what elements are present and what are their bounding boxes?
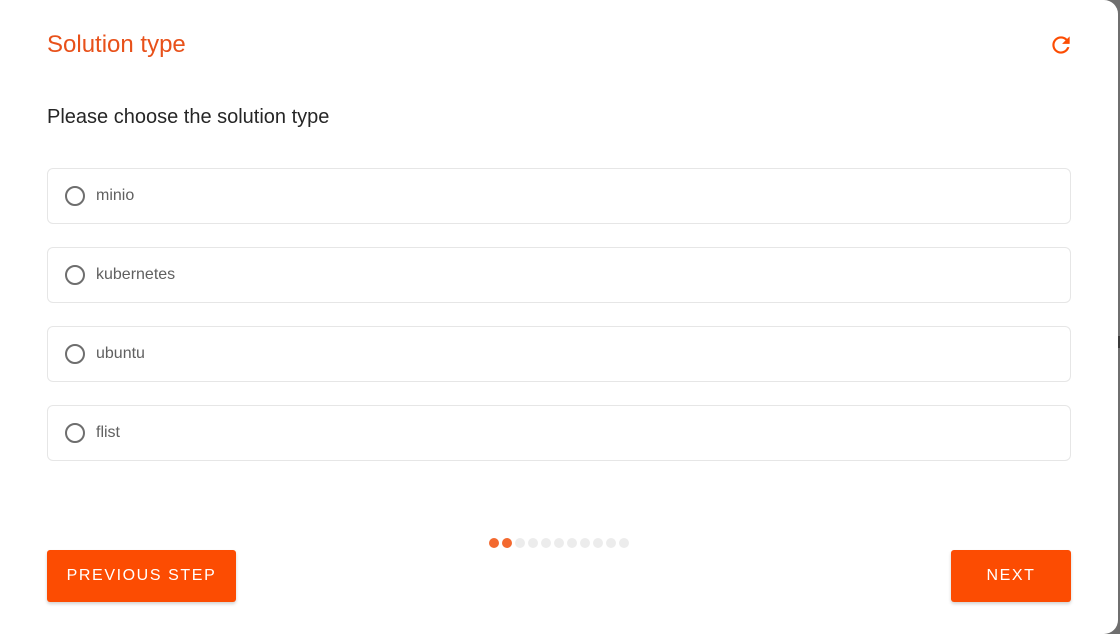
dialog-title: Solution type — [47, 31, 186, 58]
step-dot-completed — [489, 538, 499, 548]
step-progress-indicator — [489, 538, 629, 548]
radio-button[interactable] — [65, 423, 85, 443]
option-label: minio — [96, 187, 135, 204]
radio-button[interactable] — [65, 344, 85, 364]
radio-button[interactable] — [65, 265, 85, 285]
option-kubernetes[interactable]: kubernetes — [47, 247, 1071, 303]
option-minio[interactable]: minio — [47, 168, 1071, 224]
option-label: kubernetes — [96, 266, 176, 283]
next-button[interactable]: NEXT — [951, 550, 1071, 602]
question-text: Please choose the solution type — [47, 106, 330, 128]
step-dot-pending — [515, 538, 525, 548]
solution-options: minio kubernetes ubuntu flist — [47, 168, 1071, 484]
step-dot-pending — [580, 538, 590, 548]
step-dot-pending — [606, 538, 616, 548]
step-dot-pending — [554, 538, 564, 548]
radio-button[interactable] — [65, 186, 85, 206]
option-flist[interactable]: flist — [47, 405, 1071, 461]
step-dot-pending — [593, 538, 603, 548]
refresh-icon[interactable] — [1048, 32, 1074, 58]
step-dot-pending — [619, 538, 629, 548]
previous-step-button[interactable]: PREVIOUS STEP — [47, 550, 236, 602]
step-dot-completed — [502, 538, 512, 548]
option-ubuntu[interactable]: ubuntu — [47, 326, 1071, 382]
solution-type-dialog: Solution type Please choose the solution… — [0, 0, 1118, 634]
option-label: flist — [96, 424, 120, 441]
option-label: ubuntu — [96, 345, 145, 362]
step-dot-pending — [567, 538, 577, 548]
step-dot-pending — [541, 538, 551, 548]
step-dot-pending — [528, 538, 538, 548]
